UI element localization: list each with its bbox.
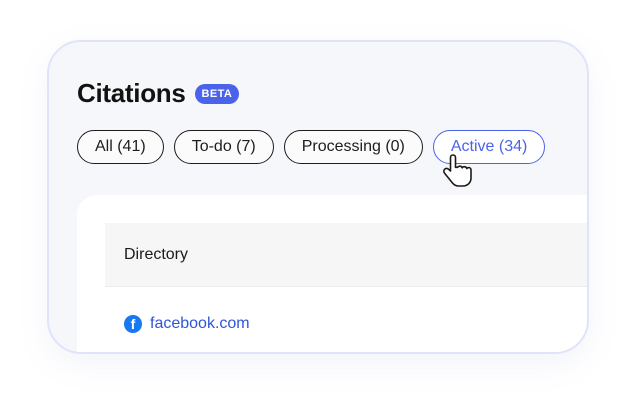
table-row[interactable]: f facebook.com: [124, 315, 250, 333]
citations-table-panel: Directory f facebook.com: [77, 195, 587, 352]
filter-to-do[interactable]: To-do (7): [173, 130, 274, 164]
beta-badge: BETA: [194, 83, 240, 104]
citations-card: Citations BETA All (41) To-do (7) Proces…: [47, 40, 589, 354]
filter-processing[interactable]: Processing (0): [283, 130, 423, 164]
table-header: Directory: [105, 223, 587, 287]
directory-link[interactable]: facebook.com: [150, 315, 250, 333]
page-title: Citations: [77, 78, 186, 108]
column-header-directory: Directory: [124, 245, 189, 263]
pointer-cursor-icon: [443, 154, 472, 187]
title-row: Citations BETA: [77, 78, 240, 109]
filter-all[interactable]: All (41): [77, 130, 164, 164]
facebook-icon: f: [124, 315, 142, 333]
